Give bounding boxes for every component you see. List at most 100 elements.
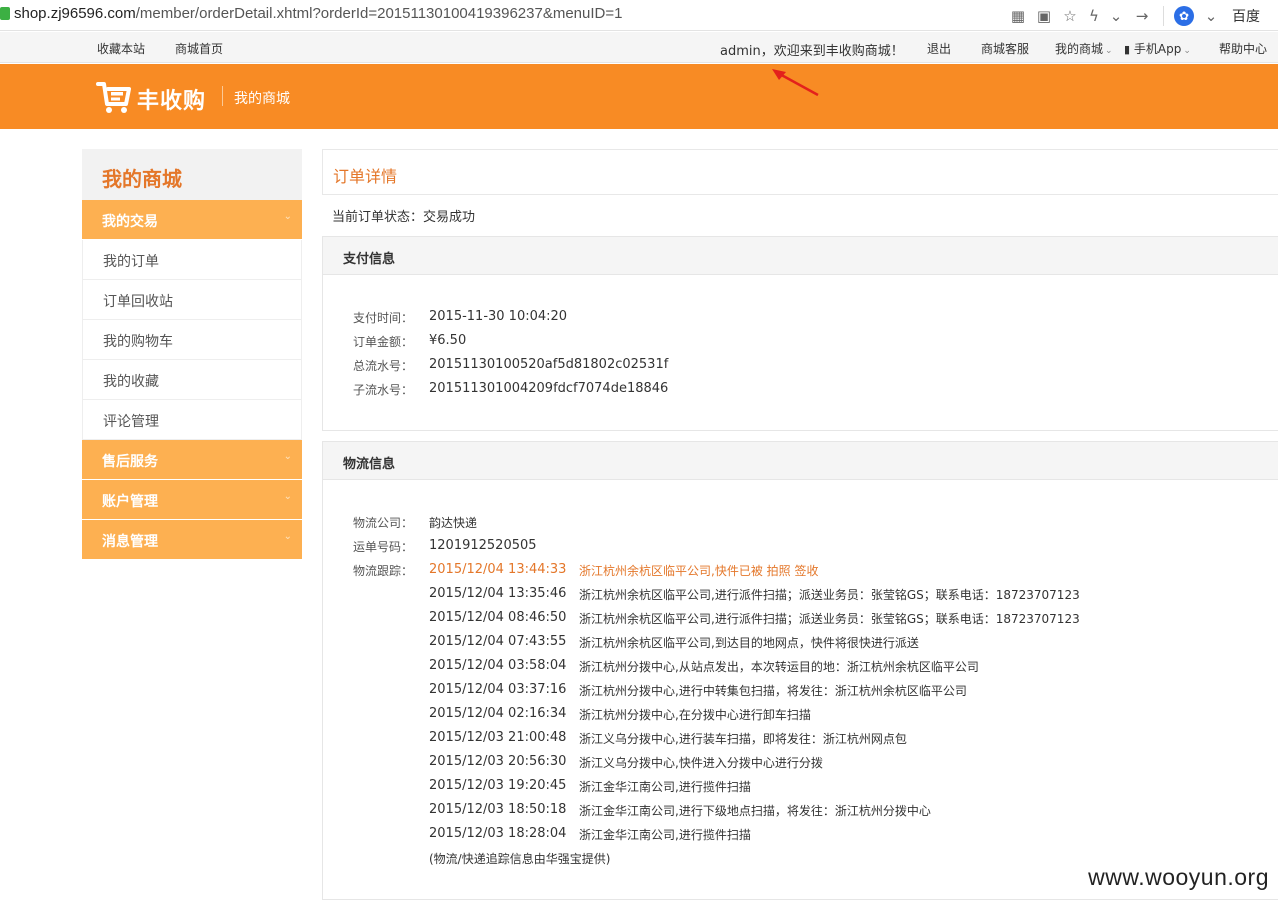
shopping-cart-logo-icon[interactable] (96, 80, 132, 114)
sidebar-group-account[interactable]: 账户管理 ⌄ (82, 480, 302, 520)
tracking-time: 2015/12/03 20:56:30 (429, 754, 567, 769)
tracking-desc: 浙江杭州分拨中心,在分拨中心进行卸车扫描 (579, 708, 811, 722)
tracking-desc: 浙江杭州余杭区临平公司,到达目的地网点，快件将很快进行派送 (579, 636, 919, 650)
top-nav: 收藏本站 商城首页 admin，欢迎来到丰收购商城！ 退出 商城客服 我的商城 ⌄… (0, 32, 1278, 63)
sidebar-item-my-orders[interactable]: 我的订单 (82, 240, 302, 280)
secure-icon (0, 7, 10, 20)
tracking-time: 2015/12/04 07:43:55 (429, 634, 567, 649)
sidebar-group-label: 账户管理 (102, 494, 158, 510)
tracking-desc: 浙江金华江南公司,进行揽件扫描 (579, 780, 751, 794)
search-engine-label[interactable]: 百度 (1232, 6, 1260, 26)
logo-text[interactable]: 丰收购 (137, 83, 206, 115)
chevron-down-icon: ⌄ (283, 531, 292, 542)
chevron-down-icon: ⌄ (1105, 46, 1113, 56)
mobile-app-menu[interactable]: ▮ 手机App ⌄ (1124, 40, 1191, 57)
tracking-desc: 浙江义乌分拨中心,进行装车扫描，即将发往：浙江杭州网点包 (579, 732, 907, 746)
tracking-time: 2015/12/04 03:37:16 (429, 682, 567, 697)
mobile-app-label: 手机App (1133, 42, 1182, 56)
chevron-down-icon[interactable]: ⌄ (1105, 5, 1127, 27)
tracking-desc: 浙江杭州余杭区临平公司,进行派件扫描；派送业务员：张莹铭GS；联系电话：1872… (579, 588, 1080, 602)
sidebar-group-label: 售后服务 (102, 454, 158, 470)
tracking-label: 物流跟踪： (353, 564, 414, 578)
sidebar-group-trade[interactable]: 我的交易 ⌄ (82, 200, 302, 240)
tracking-time: 2015/12/03 19:20:45 (429, 778, 567, 793)
logout-link[interactable]: 退出 (927, 40, 951, 57)
tracking-time: 2015/12/04 08:46:50 (429, 610, 567, 625)
sidebar-group-label: 消息管理 (102, 534, 158, 550)
my-mall-label: 我的商城 (1055, 42, 1104, 56)
sub-serial-label: 子流水号： (353, 383, 414, 397)
tracking-desc: 浙江义乌分拨中心,快件进入分拨中心进行分拨 (579, 756, 823, 770)
chevron-down-icon: ⌄ (283, 451, 292, 462)
tracking-desc: 浙江杭州分拨中心,进行中转集包扫描，将发往：浙江杭州余杭区临平公司 (579, 684, 967, 698)
sidebar-item-reviews[interactable]: 评论管理 (82, 400, 302, 440)
sub-serial-value: 201511301004209fdcf7074de18846 (429, 381, 669, 396)
page-title: 订单详情 (322, 149, 1278, 195)
tracking-footnote: (物流/快递追踪信息由华强宝提供) (429, 852, 611, 866)
browser-address-bar: shop.zj96596.com/member/orderDetail.xhtm… (0, 0, 1278, 31)
favorite-link[interactable]: 收藏本站 (97, 40, 145, 57)
master-serial-value: 20151130100520af5d81802c02531f (429, 357, 669, 372)
site-header: 丰收购 我的商城 (0, 64, 1278, 129)
tracking-time: 2015/12/03 18:28:04 (429, 826, 567, 841)
carrier-label: 物流公司： (353, 516, 414, 530)
sidebar-group-messages[interactable]: 消息管理 ⌄ (82, 520, 302, 560)
tracking-desc: 浙江杭州余杭区临平公司,进行派件扫描；派送业务员：张莹铭GS；联系电话：1872… (579, 612, 1080, 626)
tracking-desc: 浙江金华江南公司,进行揽件扫描 (579, 828, 751, 842)
divider (222, 86, 223, 106)
sidebar-group-label: 我的交易 (102, 214, 158, 230)
payment-heading: 支付信息 (323, 237, 1278, 275)
header-subtitle: 我的商城 (234, 91, 290, 107)
order-amount-value: ¥6.50 (429, 333, 467, 348)
help-center-link[interactable]: 帮助中心 (1219, 40, 1267, 57)
tracking-time: 2015/12/03 18:50:18 (429, 802, 567, 817)
sidebar-item-order-recycle[interactable]: 订单回收站 (82, 280, 302, 320)
customer-service-link[interactable]: 商城客服 (981, 40, 1029, 57)
chevron-down-icon: ⌄ (283, 211, 292, 222)
tracking-desc: 浙江金华江南公司,进行下级地点扫描，将发往：浙江杭州分拨中心 (579, 804, 931, 818)
qrcode-icon[interactable]: ▦ (1007, 5, 1029, 27)
watermark: www.wooyun.org (1088, 864, 1269, 890)
sidebar-title: 我的商城 (82, 149, 302, 200)
main-content: 订单详情 当前订单状态：交易成功 支付信息 支付时间： 2015-11-30 10… (322, 149, 1278, 900)
pay-time-value: 2015-11-30 10:04:20 (429, 309, 568, 324)
pay-time-label: 支付时间： (353, 311, 414, 325)
payment-panel: 支付信息 支付时间： 2015-11-30 10:04:20 订单金额： ¥6.50… (322, 236, 1278, 431)
chevron-down-icon: ⌄ (283, 491, 292, 502)
tracking-no-label: 运单号码： (353, 540, 414, 554)
sidebar-item-cart[interactable]: 我的购物车 (82, 320, 302, 360)
carrier-value: 韵达快递 (429, 516, 478, 530)
my-mall-menu[interactable]: 我的商城 ⌄ (1055, 40, 1113, 57)
order-status: 当前订单状态：交易成功 (332, 210, 476, 225)
chevron-down-icon[interactable]: ⌄ (1200, 5, 1222, 27)
star-icon[interactable]: ☆ (1059, 5, 1081, 27)
lightning-icon[interactable]: ϟ (1083, 5, 1105, 27)
mall-home-link[interactable]: 商城首页 (175, 40, 223, 57)
tracking-no-value: 1201912520505 (429, 538, 537, 553)
reader-icon[interactable]: ▣ (1033, 5, 1055, 27)
divider (1163, 5, 1164, 26)
tracking-time: 2015/12/04 13:44:33 (429, 562, 567, 577)
baidu-paw-icon[interactable]: ✿ (1174, 5, 1194, 26)
master-serial-label: 总流水号： (353, 359, 414, 373)
sidebar: 我的商城 我的交易 ⌄ 我的订单 订单回收站 我的购物车 我的收藏 评论管理 售后… (82, 149, 302, 560)
logistics-panel: 物流信息 物流公司： 韵达快递 运单号码： 1201912520505 物流跟踪： … (322, 441, 1278, 900)
sidebar-group-after-sales[interactable]: 售后服务 ⌄ (82, 440, 302, 480)
tracking-time: 2015/12/04 13:35:46 (429, 586, 567, 601)
tracking-desc: 浙江杭州分拨中心,从站点发出，本次转运目的地：浙江杭州余杭区临平公司 (579, 660, 979, 674)
order-amount-label: 订单金额： (353, 335, 414, 349)
arrow-right-icon[interactable]: → (1131, 5, 1153, 27)
phone-icon: ▮ (1124, 43, 1131, 56)
chevron-down-icon: ⌄ (1183, 46, 1191, 56)
sidebar-item-favorites[interactable]: 我的收藏 (82, 360, 302, 400)
tracking-desc: 浙江杭州余杭区临平公司,快件已被 拍照 签收 (579, 564, 819, 578)
welcome-text: admin，欢迎来到丰收购商城！ (720, 44, 904, 59)
url-host: shop.zj96596.com (14, 5, 136, 22)
url-path: /member/orderDetail.xhtml?orderId=201511… (135, 5, 623, 22)
tracking-time: 2015/12/04 02:16:34 (429, 706, 567, 721)
tracking-time: 2015/12/04 03:58:04 (429, 658, 567, 673)
logistics-heading: 物流信息 (323, 442, 1278, 480)
red-arrow-annotation (772, 69, 819, 97)
url-field[interactable]: shop.zj96596.com/member/orderDetail.xhtm… (14, 5, 622, 22)
tracking-time: 2015/12/03 21:00:48 (429, 730, 567, 745)
